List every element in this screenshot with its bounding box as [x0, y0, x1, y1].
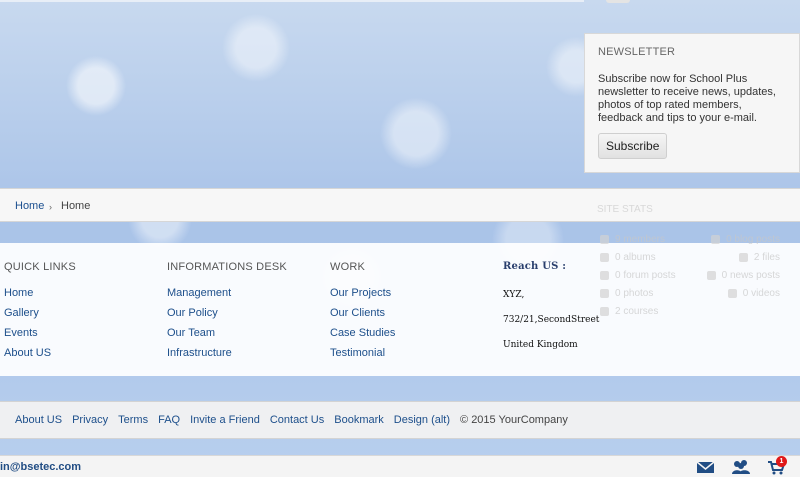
- information-desk-title: INFORMATIONS DESK: [167, 261, 287, 273]
- bottom-footer-links: About US Privacy Terms FAQ Invite a Frie…: [0, 401, 800, 439]
- files-stat: 2 files: [738, 252, 780, 263]
- work-title: WORK: [330, 261, 366, 273]
- breadcrumb-current-page: Home: [61, 200, 91, 212]
- bottom-link-invite-friend[interactable]: Invite a Friend: [190, 414, 260, 426]
- news-icon: [706, 271, 716, 280]
- subscribe-button[interactable]: Subscribe: [598, 133, 668, 159]
- files-icon: [738, 253, 748, 262]
- courses-stat: 2 courses: [600, 306, 658, 317]
- information-desk-column: INFORMATIONS DESK Management Our Policy …: [167, 261, 317, 363]
- reach-us-line: United Kingdom: [503, 340, 578, 350]
- forum-icon: [600, 271, 609, 280]
- bottom-link-bookmark[interactable]: Bookmark: [334, 414, 384, 426]
- site-stats-row: 9 members 0 blog posts: [600, 234, 780, 245]
- newsletter-panel: NEWSLETTER Subscribe now for School Plus…: [584, 33, 800, 173]
- quick-links-column: QUICK LINKS Home Gallery Events About US: [4, 261, 154, 363]
- bottom-link-contact-us[interactable]: Contact Us: [270, 414, 324, 426]
- footer-link-home[interactable]: Home: [4, 283, 154, 303]
- footer-link-infrastructure[interactable]: Infrastructure: [167, 343, 317, 363]
- footer-link-our-clients[interactable]: Our Clients: [330, 303, 480, 323]
- breadcrumb-home-link[interactable]: Home: [15, 200, 44, 212]
- status-email: in@bsetec.com: [0, 461, 82, 473]
- course-icon: [600, 307, 609, 316]
- people-icon[interactable]: [730, 459, 750, 475]
- files-stat-label: 2 files: [753, 252, 780, 263]
- breadcrumb-separator: ›: [49, 202, 52, 212]
- blog-icon: [711, 235, 721, 244]
- status-bar: in@bsetec.com 1: [0, 455, 800, 477]
- footer-link-about-us[interactable]: About US: [4, 343, 154, 363]
- newsletter-title: NEWSLETTER: [598, 46, 676, 58]
- mail-icon[interactable]: [696, 459, 716, 475]
- work-column: WORK Our Projects Our Clients Case Studi…: [330, 261, 480, 363]
- site-stats-row: 0 albums 2 files: [600, 252, 780, 263]
- bottom-link-about-us[interactable]: About US: [15, 414, 62, 426]
- footer-link-gallery[interactable]: Gallery: [4, 303, 154, 323]
- bottom-link-privacy[interactable]: Privacy: [72, 414, 108, 426]
- blog-posts-stat-label: 0 blog posts: [726, 234, 780, 245]
- footer-link-our-policy[interactable]: Our Policy: [167, 303, 317, 323]
- footer-link-our-projects[interactable]: Our Projects: [330, 283, 480, 303]
- site-stats-panel: SITE STATS 9 members 0 blog posts 0 albu…: [584, 192, 800, 332]
- forum-posts-stat: 0 forum posts: [600, 270, 676, 281]
- site-stats-row: 0 photos 0 videos: [600, 288, 780, 299]
- quick-links-title: QUICK LINKS: [4, 261, 76, 273]
- site-stats-row: 0 forum posts 0 news posts: [600, 270, 780, 281]
- members-stat-label: 9 members: [615, 234, 666, 245]
- cart-count-badge: 1: [776, 456, 787, 467]
- copyright-text: © 2015 YourCompany: [460, 414, 568, 426]
- video-icon: [727, 289, 737, 298]
- bottom-link-design-alt[interactable]: Design (alt): [394, 414, 450, 426]
- site-stats-row: 2 courses: [600, 306, 780, 317]
- courses-stat-label: 2 courses: [615, 306, 659, 317]
- photos-stat-label: 0 photos: [615, 288, 654, 299]
- news-posts-stat-label: 0 news posts: [721, 270, 780, 281]
- albums-stat: 0 albums: [600, 252, 656, 263]
- footer-link-events[interactable]: Events: [4, 323, 154, 343]
- site-stats-title: SITE STATS: [597, 204, 653, 215]
- blog-posts-stat: 0 blog posts: [711, 234, 780, 245]
- newsletter-description: Subscribe now for School Plus newsletter…: [598, 73, 776, 124]
- videos-stat: 0 videos: [727, 288, 780, 299]
- videos-stat-label: 0 videos: [742, 288, 780, 299]
- footer-link-our-team[interactable]: Our Team: [167, 323, 317, 343]
- top-divider: [0, 0, 584, 2]
- bottom-links-list: About US Privacy Terms FAQ Invite a Frie…: [15, 414, 568, 426]
- photos-stat: 0 photos: [600, 288, 653, 299]
- members-icon: [600, 235, 609, 244]
- top-avatar-edge: [606, 0, 630, 3]
- forum-posts-stat-label: 0 forum posts: [615, 270, 676, 281]
- footer-link-management[interactable]: Management: [167, 283, 317, 303]
- members-stat: 9 members: [600, 234, 665, 245]
- albums-stat-label: 0 albums: [615, 252, 656, 263]
- footer-link-testimonial[interactable]: Testimonial: [330, 343, 480, 363]
- footer-link-case-studies[interactable]: Case Studies: [330, 323, 480, 343]
- bottom-link-terms[interactable]: Terms: [118, 414, 148, 426]
- album-icon: [600, 253, 609, 262]
- news-posts-stat: 0 news posts: [706, 270, 780, 281]
- photo-icon: [600, 289, 609, 298]
- bottom-link-faq[interactable]: FAQ: [158, 414, 180, 426]
